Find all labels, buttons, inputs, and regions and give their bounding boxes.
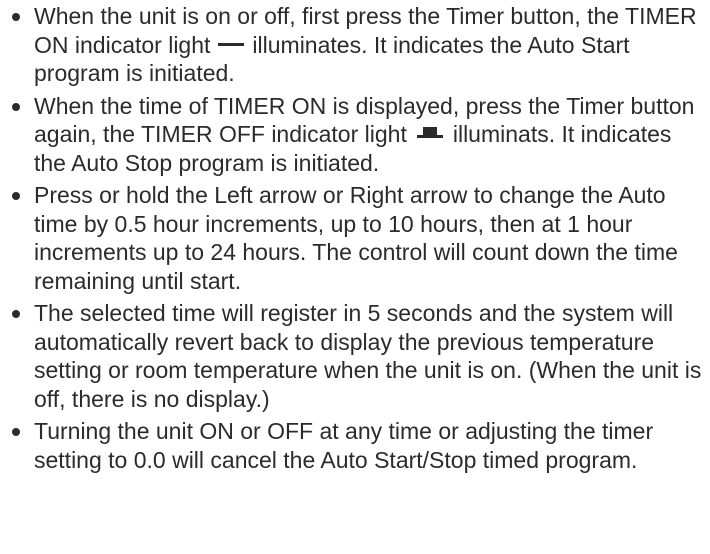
timer-on-dash-icon bbox=[218, 42, 245, 46]
list-item-timer-off: When the time of TIMER ON is displayed, … bbox=[0, 92, 710, 178]
instruction-list: When the unit is on or off, first press … bbox=[0, 2, 710, 474]
bullet-icon bbox=[12, 13, 20, 21]
bullet-icon bbox=[12, 192, 20, 200]
item-text: Turning the unit ON or OFF at any time o… bbox=[34, 418, 654, 473]
bullet-icon bbox=[12, 102, 20, 111]
bullet-icon bbox=[12, 310, 20, 318]
list-item-register-time: The selected time will register in 5 sec… bbox=[0, 299, 710, 413]
bullet-icon bbox=[12, 428, 20, 436]
list-item-timer-on: When the unit is on or off, first press … bbox=[0, 2, 710, 88]
timer-off-step-icon bbox=[415, 126, 445, 138]
item-text: Press or hold the Left arrow or Right ar… bbox=[34, 182, 678, 294]
list-item-arrow-adjust: Press or hold the Left arrow or Right ar… bbox=[0, 181, 710, 295]
instruction-document: When the unit is on or off, first press … bbox=[0, 0, 710, 554]
list-item-cancel-program: Turning the unit ON or OFF at any time o… bbox=[0, 417, 710, 474]
item-text: The selected time will register in 5 sec… bbox=[34, 300, 702, 412]
